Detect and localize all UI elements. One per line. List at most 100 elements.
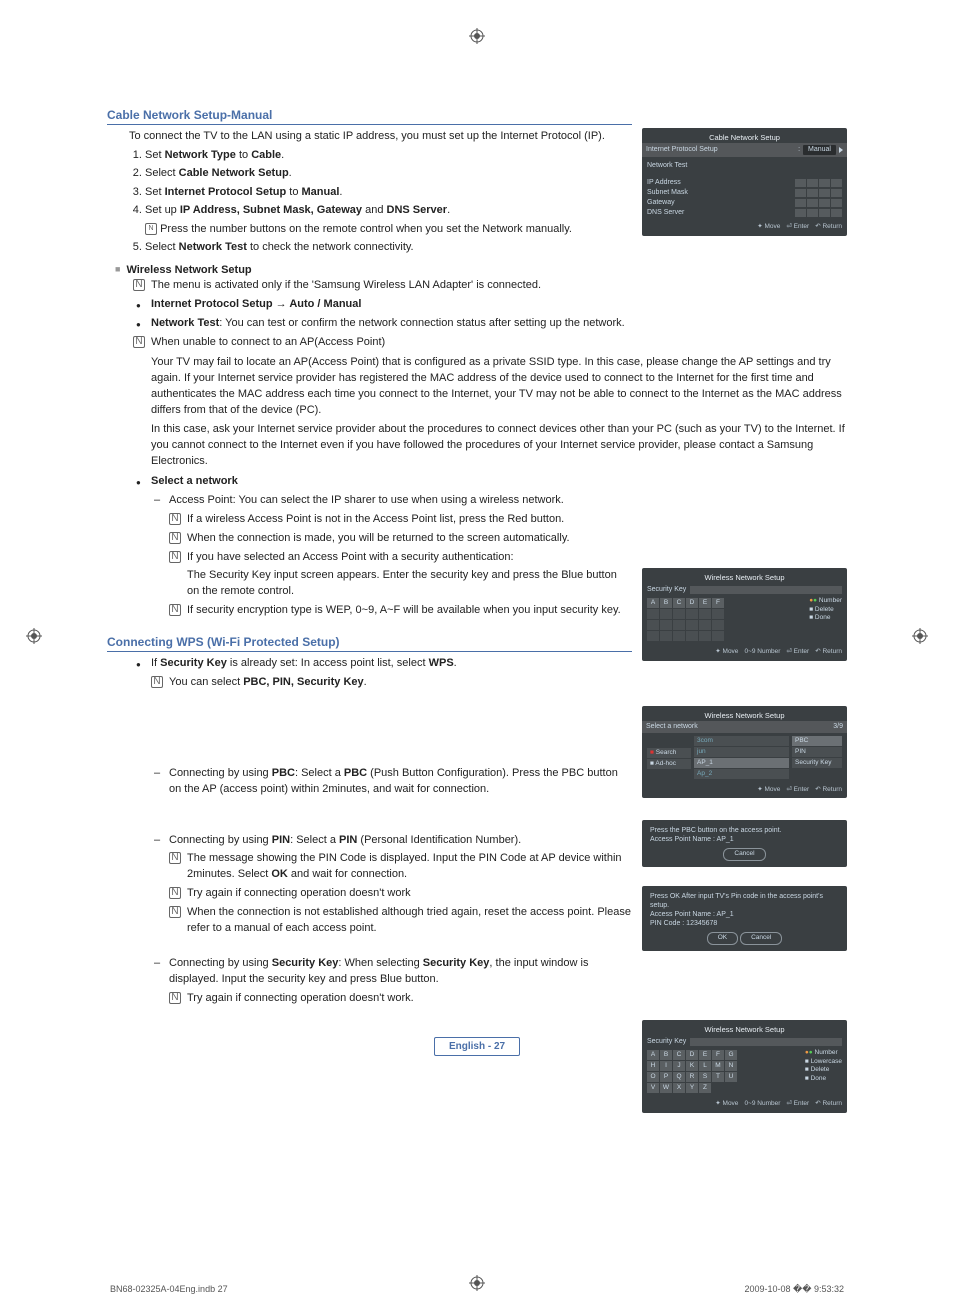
net-item: 3com (694, 736, 789, 746)
net-option: PIN (792, 747, 842, 757)
note-icon: N (145, 223, 157, 235)
tv-footer-return: Return (822, 1100, 842, 1107)
intro-text: To connect the TV to the LAN using a sta… (129, 129, 632, 145)
note-item: Internet Protocol Setup → Auto / Manual (133, 297, 632, 313)
note-icon: N (169, 852, 181, 864)
note-item: NTry again if connecting operation doesn… (169, 991, 632, 1007)
tv-row-label: Network Test (647, 160, 842, 172)
kb-key: F (712, 598, 724, 608)
kb-key: J (673, 1061, 685, 1071)
tv-field-label: DNS Server (647, 209, 684, 217)
tv-footer-move: Move (765, 223, 781, 230)
step-item: Set Internet Protocol Setup to Manual. (145, 184, 632, 201)
kb-key: L (699, 1061, 711, 1071)
steps-list: Set Network Type to Cable. Select Cable … (129, 147, 632, 256)
tv-pbc-msg-box: Press the PBC button on the access point… (642, 820, 847, 867)
sub-item: Connecting by using Security Key: When s… (151, 956, 632, 988)
sub-item: Connecting by using PIN: Select a PIN (P… (151, 833, 632, 849)
note-item: NYou can select PBC, PIN, Security Key. (151, 675, 632, 691)
kb-key: T (712, 1072, 724, 1082)
tv-title: Wireless Network Setup (647, 1023, 842, 1038)
note-item: NThe message showing the PIN Code is dis… (169, 851, 632, 883)
registration-mark-icon (912, 628, 928, 644)
registration-mark-icon (26, 628, 42, 644)
net-option: Security Key (792, 758, 842, 768)
tv-side-label: Done (815, 614, 831, 621)
print-footer-left: BN68-02325A-04Eng.indb 27 (110, 1284, 228, 1295)
note-item: NWhen the connection is made, you will b… (169, 531, 632, 547)
note-item: NTry again if connecting operation doesn… (169, 886, 632, 902)
net-option: PBC (792, 736, 842, 746)
tv-footer-numrange: 0~9 (744, 1100, 755, 1107)
kb-key: Z (699, 1083, 711, 1093)
kb-key: I (660, 1061, 672, 1071)
kb-key: G (725, 1050, 737, 1060)
kb-key: H (647, 1061, 659, 1071)
kb-key: V (647, 1083, 659, 1093)
kb-key: S (699, 1072, 711, 1082)
sub-item: Connecting by using PBC: Select a PBC (P… (151, 766, 632, 798)
tv-pin-msg-box: Press OK After input TV's Pin code in th… (642, 886, 847, 951)
tv-cable-setup-box: Cable Network Setup Internet Protocol Se… (642, 128, 847, 236)
note-item: NIf a wireless Access Point is not in th… (169, 512, 632, 528)
kb-key: U (725, 1072, 737, 1082)
chevron-right-icon (839, 147, 843, 153)
paragraph: Your TV may fail to locate an AP(Access … (151, 355, 847, 419)
print-footer-right: 2009-10-08 �� 9:53:32 (744, 1284, 844, 1295)
note-item: If Security Key is already set: In acces… (133, 656, 632, 672)
main-column: Cable Network Setup-Manual To connect th… (107, 108, 632, 351)
paragraph: In this case, ask your Internet service … (151, 422, 847, 470)
tv-adhoc-label: Ad-hoc (655, 760, 676, 767)
note-item: NWhen unable to connect to an AP(Access … (133, 335, 632, 351)
kb-key: Y (686, 1083, 698, 1093)
note-icon: N (151, 676, 163, 688)
cancel-button[interactable]: Cancel (723, 848, 765, 860)
print-footer: BN68-02325A-04Eng.indb 27 2009-10-08 �� … (110, 1284, 844, 1295)
net-item: Ap_2 (694, 769, 789, 779)
note-item: NWhen the connection is not established … (169, 905, 632, 937)
kb-key: A (647, 598, 659, 608)
tv-seckey-label: Security Key (647, 586, 686, 594)
kb-key: N (725, 1061, 737, 1071)
note-icon: N (133, 336, 145, 348)
kb-key: C (673, 598, 685, 608)
msg-line: Press OK After input TV's Pin code in th… (650, 892, 839, 910)
kb-key: F (712, 1050, 724, 1060)
tv-row-label: Select a network (646, 723, 698, 731)
tv-row-label: Internet Protocol Setup (646, 146, 718, 154)
tv-footer-number: Number (757, 648, 780, 655)
tv-footer-enter: Enter (794, 786, 810, 793)
kb-key: D (686, 1050, 698, 1060)
tv-side-label: Delete (815, 606, 834, 613)
cancel-button[interactable]: Cancel (740, 932, 782, 944)
tv-side-label: Number (819, 597, 842, 604)
step-item: Set up IP Address, Subnet Mask, Gateway … (145, 202, 632, 237)
msg-line: Access Point Name : AP_1 (650, 910, 839, 919)
note-icon: N (169, 992, 181, 1004)
tv-side-label: Done (811, 1075, 827, 1082)
note-icon: N (169, 887, 181, 899)
note-detail: The Security Key input screen appears. E… (187, 568, 632, 600)
tv-footer-move: Move (765, 786, 781, 793)
tv-wireless-seckey-box: Wireless Network Setup Security Key ABCD… (642, 568, 847, 661)
kb-key: K (686, 1061, 698, 1071)
tv-footer-move: Move (723, 1100, 739, 1107)
msg-line: PIN Code : 12345678 (650, 919, 839, 928)
note-icon: N (169, 551, 181, 563)
step-item: Select Cable Network Setup. (145, 165, 632, 182)
tv-row-value: Manual (803, 145, 836, 155)
kb-key: P (660, 1072, 672, 1082)
net-item-selected: AP_1 (694, 758, 789, 768)
note-item: NIf security encryption type is WEP, 0~9… (169, 603, 632, 619)
tv-count: 3/9 (833, 723, 843, 731)
msg-line: Press the PBC button on the access point… (650, 826, 839, 835)
kb-key: B (660, 1050, 672, 1060)
ok-button[interactable]: OK (707, 932, 738, 944)
tv-footer-number: Number (757, 1100, 780, 1107)
kb-key: Q (673, 1072, 685, 1082)
kb-key: A (647, 1050, 659, 1060)
note-item: NThe menu is activated only if the 'Sams… (133, 278, 632, 294)
tv-footer-move: Move (723, 648, 739, 655)
section-heading: Connecting WPS (Wi-Fi Protected Setup) (107, 635, 632, 652)
kb-key: X (673, 1083, 685, 1093)
